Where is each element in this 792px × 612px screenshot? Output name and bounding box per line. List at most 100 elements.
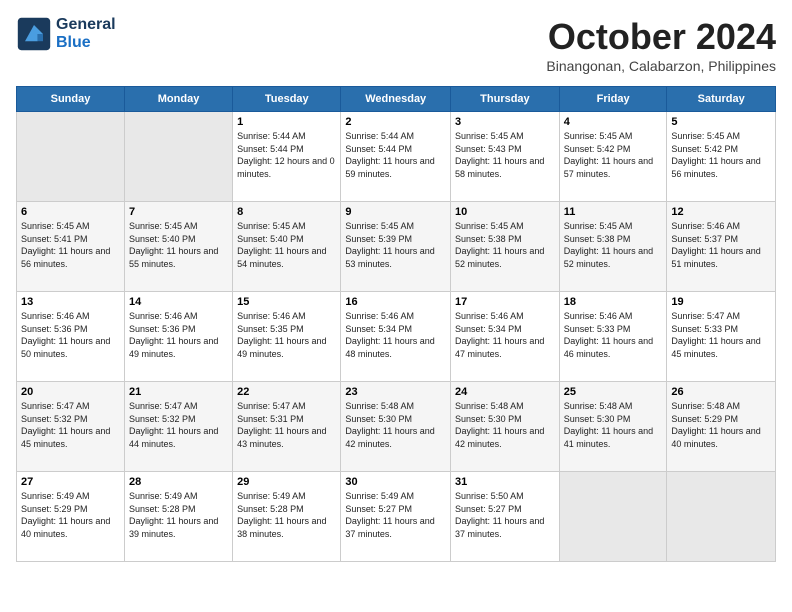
week-row-3: 13 Sunrise: 5:46 AMSunset: 5:36 PMDayligh… (17, 292, 776, 382)
logo-text: General Blue (56, 16, 116, 52)
weekday-header-sunday: Sunday (17, 87, 125, 112)
day-number: 31 (455, 476, 555, 488)
calendar-cell: 17 Sunrise: 5:46 AMSunset: 5:34 PMDayligh… (451, 292, 560, 382)
day-number: 8 (237, 206, 336, 218)
day-number: 21 (129, 386, 228, 398)
calendar-cell: 25 Sunrise: 5:48 AMSunset: 5:30 PMDayligh… (559, 382, 667, 472)
day-number: 10 (455, 206, 555, 218)
cell-info: Sunrise: 5:46 AMSunset: 5:37 PMDaylight:… (671, 220, 771, 270)
weekday-header-row: SundayMondayTuesdayWednesdayThursdayFrid… (17, 87, 776, 112)
cell-info: Sunrise: 5:45 AMSunset: 5:42 PMDaylight:… (564, 130, 663, 180)
day-number: 4 (564, 116, 663, 128)
title-area: October 2024 Binangonan, Calabarzon, Phi… (546, 16, 776, 74)
day-number: 15 (237, 296, 336, 308)
day-number: 17 (455, 296, 555, 308)
day-number: 1 (237, 116, 336, 128)
cell-info: Sunrise: 5:47 AMSunset: 5:32 PMDaylight:… (21, 400, 120, 450)
weekday-header-tuesday: Tuesday (233, 87, 341, 112)
day-number: 22 (237, 386, 336, 398)
day-number: 25 (564, 386, 663, 398)
cell-info: Sunrise: 5:46 AMSunset: 5:33 PMDaylight:… (564, 310, 663, 360)
calendar-cell: 26Sunrise: 5:48 AMSunset: 5:29 PMDayligh… (667, 382, 776, 472)
calendar-cell: 28Sunrise: 5:49 AMSunset: 5:28 PMDayligh… (124, 472, 232, 562)
cell-info: Sunrise: 5:46 AMSunset: 5:36 PMDaylight:… (21, 310, 120, 360)
day-number: 27 (21, 476, 120, 488)
calendar-cell: 3 Sunrise: 5:45 AMSunset: 5:43 PMDaylight… (451, 112, 560, 202)
day-number: 3 (455, 116, 555, 128)
cell-info: Sunrise: 5:45 AMSunset: 5:41 PMDaylight:… (21, 220, 120, 270)
cell-info: Sunrise: 5:49 AMSunset: 5:29 PMDaylight:… (21, 490, 120, 540)
day-number: 23 (345, 386, 446, 398)
day-number: 9 (345, 206, 446, 218)
day-number: 12 (671, 206, 771, 218)
cell-info: Sunrise: 5:48 AMSunset: 5:30 PMDaylight:… (345, 400, 446, 450)
calendar-cell: 24Sunrise: 5:48 AMSunset: 5:30 PMDayligh… (451, 382, 560, 472)
day-number: 11 (564, 206, 663, 218)
calendar-cell: 5Sunrise: 5:45 AMSunset: 5:42 PMDaylight… (667, 112, 776, 202)
cell-info: Sunrise: 5:48 AMSunset: 5:29 PMDaylight:… (671, 400, 771, 450)
week-row-5: 27 Sunrise: 5:49 AMSunset: 5:29 PMDayligh… (17, 472, 776, 562)
calendar-cell: 6 Sunrise: 5:45 AMSunset: 5:41 PMDaylight… (17, 202, 125, 292)
calendar-cell: 20 Sunrise: 5:47 AMSunset: 5:32 PMDayligh… (17, 382, 125, 472)
cell-info: Sunrise: 5:49 AMSunset: 5:28 PMDaylight:… (129, 490, 228, 540)
cell-info: Sunrise: 5:48 AMSunset: 5:30 PMDaylight:… (564, 400, 663, 450)
cell-info: Sunrise: 5:45 AMSunset: 5:39 PMDaylight:… (345, 220, 446, 270)
calendar-cell (667, 472, 776, 562)
cell-info: Sunrise: 5:47 AMSunset: 5:31 PMDaylight:… (237, 400, 336, 450)
day-number: 19 (671, 296, 771, 308)
day-number: 7 (129, 206, 228, 218)
calendar-cell: 2Sunrise: 5:44 AMSunset: 5:44 PMDaylight… (341, 112, 451, 202)
day-number: 18 (564, 296, 663, 308)
week-row-2: 6 Sunrise: 5:45 AMSunset: 5:41 PMDaylight… (17, 202, 776, 292)
calendar-cell: 11 Sunrise: 5:45 AMSunset: 5:38 PMDayligh… (559, 202, 667, 292)
calendar-cell (17, 112, 125, 202)
calendar-cell: 30 Sunrise: 5:49 AMSunset: 5:27 PMDayligh… (341, 472, 451, 562)
calendar-cell: 23 Sunrise: 5:48 AMSunset: 5:30 PMDayligh… (341, 382, 451, 472)
cell-info: Sunrise: 5:45 AMSunset: 5:40 PMDaylight:… (129, 220, 228, 270)
calendar-cell: 16Sunrise: 5:46 AMSunset: 5:34 PMDayligh… (341, 292, 451, 382)
cell-info: Sunrise: 5:47 AMSunset: 5:32 PMDaylight:… (129, 400, 228, 450)
cell-info: Sunrise: 5:47 AMSunset: 5:33 PMDaylight:… (671, 310, 771, 360)
day-number: 30 (345, 476, 446, 488)
calendar-cell: 14Sunrise: 5:46 AMSunset: 5:36 PMDayligh… (124, 292, 232, 382)
day-number: 6 (21, 206, 120, 218)
cell-info: Sunrise: 5:45 AMSunset: 5:38 PMDaylight:… (564, 220, 663, 270)
week-row-4: 20 Sunrise: 5:47 AMSunset: 5:32 PMDayligh… (17, 382, 776, 472)
weekday-header-saturday: Saturday (667, 87, 776, 112)
week-row-1: 1 Sunrise: 5:44 AMSunset: 5:44 PMDaylight… (17, 112, 776, 202)
calendar-cell: 1 Sunrise: 5:44 AMSunset: 5:44 PMDaylight… (233, 112, 341, 202)
calendar-cell: 10Sunrise: 5:45 AMSunset: 5:38 PMDayligh… (451, 202, 560, 292)
cell-info: Sunrise: 5:45 AMSunset: 5:42 PMDaylight:… (671, 130, 771, 180)
location-subtitle: Binangonan, Calabarzon, Philippines (546, 58, 776, 74)
calendar-cell (124, 112, 232, 202)
cell-info: Sunrise: 5:44 AMSunset: 5:44 PMDaylight:… (345, 130, 446, 180)
weekday-header-friday: Friday (559, 87, 667, 112)
cell-info: Sunrise: 5:50 AMSunset: 5:27 PMDaylight:… (455, 490, 555, 540)
day-number: 24 (455, 386, 555, 398)
calendar-cell: 19 Sunrise: 5:47 AMSunset: 5:33 PMDayligh… (667, 292, 776, 382)
cell-info: Sunrise: 5:46 AMSunset: 5:35 PMDaylight:… (237, 310, 336, 360)
day-number: 14 (129, 296, 228, 308)
weekday-header-monday: Monday (124, 87, 232, 112)
cell-info: Sunrise: 5:49 AMSunset: 5:27 PMDaylight:… (345, 490, 446, 540)
month-title: October 2024 (546, 16, 776, 58)
calendar-cell (559, 472, 667, 562)
calendar-cell: 4 Sunrise: 5:45 AMSunset: 5:42 PMDaylight… (559, 112, 667, 202)
day-number: 20 (21, 386, 120, 398)
calendar-cell: 22 Sunrise: 5:47 AMSunset: 5:31 PMDayligh… (233, 382, 341, 472)
calendar-cell: 13 Sunrise: 5:46 AMSunset: 5:36 PMDayligh… (17, 292, 125, 382)
calendar-cell: 9 Sunrise: 5:45 AMSunset: 5:39 PMDaylight… (341, 202, 451, 292)
calendar-cell: 7 Sunrise: 5:45 AMSunset: 5:40 PMDaylight… (124, 202, 232, 292)
cell-info: Sunrise: 5:45 AMSunset: 5:40 PMDaylight:… (237, 220, 336, 270)
calendar-table: SundayMondayTuesdayWednesdayThursdayFrid… (16, 86, 776, 562)
calendar-cell: 31 Sunrise: 5:50 AMSunset: 5:27 PMDayligh… (451, 472, 560, 562)
cell-info: Sunrise: 5:45 AMSunset: 5:43 PMDaylight:… (455, 130, 555, 180)
cell-info: Sunrise: 5:46 AMSunset: 5:34 PMDaylight:… (455, 310, 555, 360)
calendar-cell: 12 Sunrise: 5:46 AMSunset: 5:37 PMDayligh… (667, 202, 776, 292)
day-number: 13 (21, 296, 120, 308)
cell-info: Sunrise: 5:44 AMSunset: 5:44 PMDaylight:… (237, 130, 336, 180)
logo: General Blue (16, 16, 116, 52)
calendar-cell: 21 Sunrise: 5:47 AMSunset: 5:32 PMDayligh… (124, 382, 232, 472)
cell-info: Sunrise: 5:49 AMSunset: 5:28 PMDaylight:… (237, 490, 336, 540)
calendar-cell: 29Sunrise: 5:49 AMSunset: 5:28 PMDayligh… (233, 472, 341, 562)
